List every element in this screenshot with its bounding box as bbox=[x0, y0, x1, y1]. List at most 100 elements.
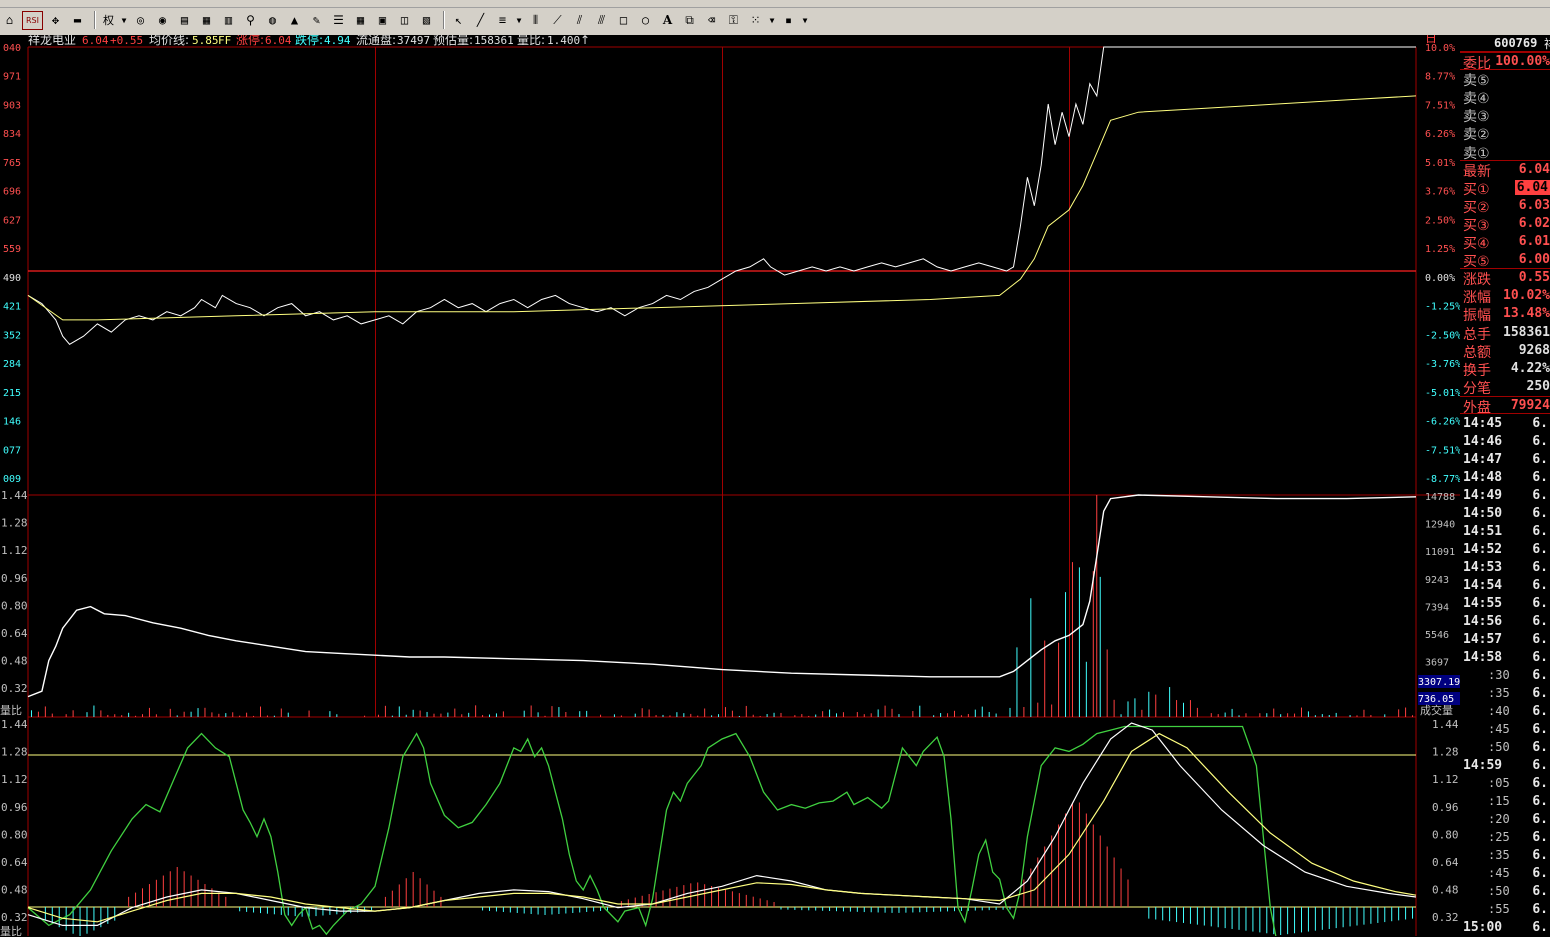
volume-ratio-tick: 0.96 bbox=[1, 572, 28, 585]
quote-value: 6.03 bbox=[1518, 197, 1550, 213]
price-tick-label: 834 bbox=[3, 129, 21, 140]
stock-change: +0.55 bbox=[110, 35, 143, 47]
rsi-button[interactable]: RSI bbox=[22, 10, 43, 30]
tick-row: :45 6. bbox=[1460, 721, 1550, 739]
vertical-lines-icon[interactable]: ⦀ bbox=[526, 10, 545, 30]
quote-row: 买④ 6.01 bbox=[1460, 233, 1550, 252]
tick-time: :30 bbox=[1488, 668, 1510, 682]
indicator-tick: 0.32 bbox=[1, 911, 28, 924]
menu-strip bbox=[0, 0, 1550, 8]
pct-tick-label: 2.50% bbox=[1425, 215, 1455, 226]
quote-row: 换手 4.22% bbox=[1460, 360, 1550, 379]
list-icon[interactable]: ☰ bbox=[329, 10, 348, 30]
tick-time: 14:49 bbox=[1463, 488, 1503, 503]
quote-row: 委比 100.00% bbox=[1460, 52, 1550, 72]
home-icon[interactable]: ⌂ bbox=[0, 10, 19, 30]
rectangle-tool-icon[interactable]: □ bbox=[614, 10, 633, 30]
price-tick-label: 559 bbox=[3, 244, 21, 255]
record-icon[interactable]: ◍ bbox=[263, 10, 282, 30]
fan-tool-icon[interactable]: ⟋ bbox=[548, 10, 567, 30]
quote-row: 涨幅 10.02% bbox=[1460, 287, 1550, 306]
price-tick-label: 040 bbox=[3, 43, 21, 54]
tick-row: 15:00 6. bbox=[1460, 919, 1550, 937]
volume-ratio-tick: 0.32 bbox=[1, 682, 28, 695]
pct-tick-label: -5.01% bbox=[1425, 388, 1460, 399]
chevron-down-icon[interactable]: ▼ bbox=[768, 10, 776, 30]
intraday-chart[interactable]: 祥龙电业 6.04 +0.55 均价线: 5.85 FF 涨停: 6.04 跌停… bbox=[0, 35, 1460, 936]
cursor-icon[interactable]: ↖ bbox=[449, 10, 468, 30]
image-icon[interactable]: ▧ bbox=[417, 10, 436, 30]
parallel-tool-icon[interactable]: ⫻ bbox=[592, 10, 611, 30]
quote-row: 买⑤ 6.00 bbox=[1460, 251, 1550, 270]
eraser-icon[interactable]: ⌫ bbox=[702, 10, 721, 30]
grid-icon[interactable]: ▦ bbox=[351, 10, 370, 30]
tick-row: 14:49 6. bbox=[1460, 487, 1550, 505]
quote-row: 买② 6.03 bbox=[1460, 197, 1550, 216]
alert-icon[interactable]: ▲ bbox=[285, 10, 304, 30]
color-icon[interactable]: ⁙ bbox=[746, 10, 765, 30]
save-icon[interactable]: ▪ bbox=[779, 10, 798, 30]
tick-price: 6. bbox=[1532, 902, 1548, 917]
tick-time: 14:48 bbox=[1463, 470, 1503, 485]
quote-label: 买③ bbox=[1463, 217, 1490, 234]
volume-ratio-tick: 0.48 bbox=[1, 655, 28, 668]
binoculars-icon[interactable]: ◎ bbox=[131, 10, 150, 30]
indicator-tick: 1.44 bbox=[1, 718, 28, 731]
volume-tick: 12940 bbox=[1425, 520, 1455, 531]
tick-row: 14:56 6. bbox=[1460, 613, 1550, 631]
quote-label: 卖⑤ bbox=[1463, 73, 1490, 90]
tick-row: 14:59 6. bbox=[1460, 757, 1550, 775]
price-tick-label: 627 bbox=[3, 215, 21, 226]
est-vol-label: 预估量: bbox=[433, 35, 473, 47]
quote-value: 4.22% bbox=[1510, 360, 1550, 376]
quote-value: 10.02% bbox=[1503, 288, 1550, 304]
book-icon[interactable]: ▥ bbox=[219, 10, 238, 30]
quote-value: 100.00% bbox=[1495, 54, 1550, 69]
quote-value: 6.01 bbox=[1518, 234, 1550, 249]
level-tool-icon[interactable]: ≡ bbox=[493, 10, 512, 30]
channel-tool-icon[interactable]: ⫽ bbox=[570, 10, 589, 30]
quote-value: 6.04 bbox=[1514, 179, 1550, 195]
minus-icon[interactable]: ▬ bbox=[68, 10, 87, 30]
rights-button[interactable]: 权 bbox=[100, 10, 117, 30]
compare-icon[interactable]: ◉ bbox=[153, 10, 172, 30]
limit-down-label: 跌停: bbox=[295, 35, 323, 47]
panel-icon[interactable]: ◫ bbox=[395, 10, 414, 30]
move-icon[interactable]: ✥ bbox=[46, 10, 65, 30]
chevron-down-icon[interactable]: ▼ bbox=[801, 10, 809, 30]
ellipse-tool-icon[interactable]: ○ bbox=[636, 10, 655, 30]
chart-icon[interactable]: ▤ bbox=[175, 10, 194, 30]
quote-row: 卖⑤ bbox=[1460, 70, 1550, 90]
chevron-down-icon[interactable]: ▼ bbox=[120, 10, 128, 30]
lock-icon[interactable]: ⚿ bbox=[724, 10, 743, 30]
volume-tick: 5546 bbox=[1425, 630, 1449, 641]
tick-price: 6. bbox=[1532, 416, 1548, 431]
pct-tick-label: 0.00% bbox=[1425, 273, 1455, 284]
document-icon[interactable]: ▦ bbox=[197, 10, 216, 30]
quote-row: 总手 158361 bbox=[1460, 324, 1550, 343]
pencil-icon[interactable]: ✎ bbox=[307, 10, 326, 30]
quote-value: 6.02 bbox=[1518, 215, 1550, 231]
tick-row: :45 6. bbox=[1460, 865, 1550, 883]
window-icon[interactable]: ▣ bbox=[373, 10, 392, 30]
tick-time: 14:52 bbox=[1463, 542, 1503, 557]
indicator-tick: 1.28 bbox=[1432, 746, 1459, 759]
copy-icon[interactable]: ⧉ bbox=[680, 10, 699, 30]
tick-price: 6. bbox=[1532, 884, 1548, 899]
volume-tick: 11091 bbox=[1425, 547, 1455, 558]
vol-ratio-value: 1.400 bbox=[547, 35, 580, 47]
volume-label: 成交量 bbox=[1420, 703, 1453, 717]
price-tick-label: 421 bbox=[3, 302, 21, 313]
quote-divider bbox=[1460, 159, 1550, 161]
indicator-label: 量比 bbox=[0, 925, 22, 936]
tick-time: 14:47 bbox=[1463, 452, 1503, 467]
chevron-down-icon[interactable]: ▼ bbox=[515, 10, 523, 30]
tick-row: 14:45 6. bbox=[1460, 415, 1550, 433]
tick-price: 6. bbox=[1532, 596, 1548, 611]
tick-time: 15:00 bbox=[1463, 920, 1503, 935]
price-tick-label: 077 bbox=[3, 445, 21, 456]
search-icon[interactable]: ⚲ bbox=[241, 10, 260, 30]
tick-time: :05 bbox=[1488, 776, 1510, 790]
text-tool-icon[interactable]: A bbox=[658, 10, 677, 30]
line-tool-icon[interactable]: ╱ bbox=[471, 10, 490, 30]
